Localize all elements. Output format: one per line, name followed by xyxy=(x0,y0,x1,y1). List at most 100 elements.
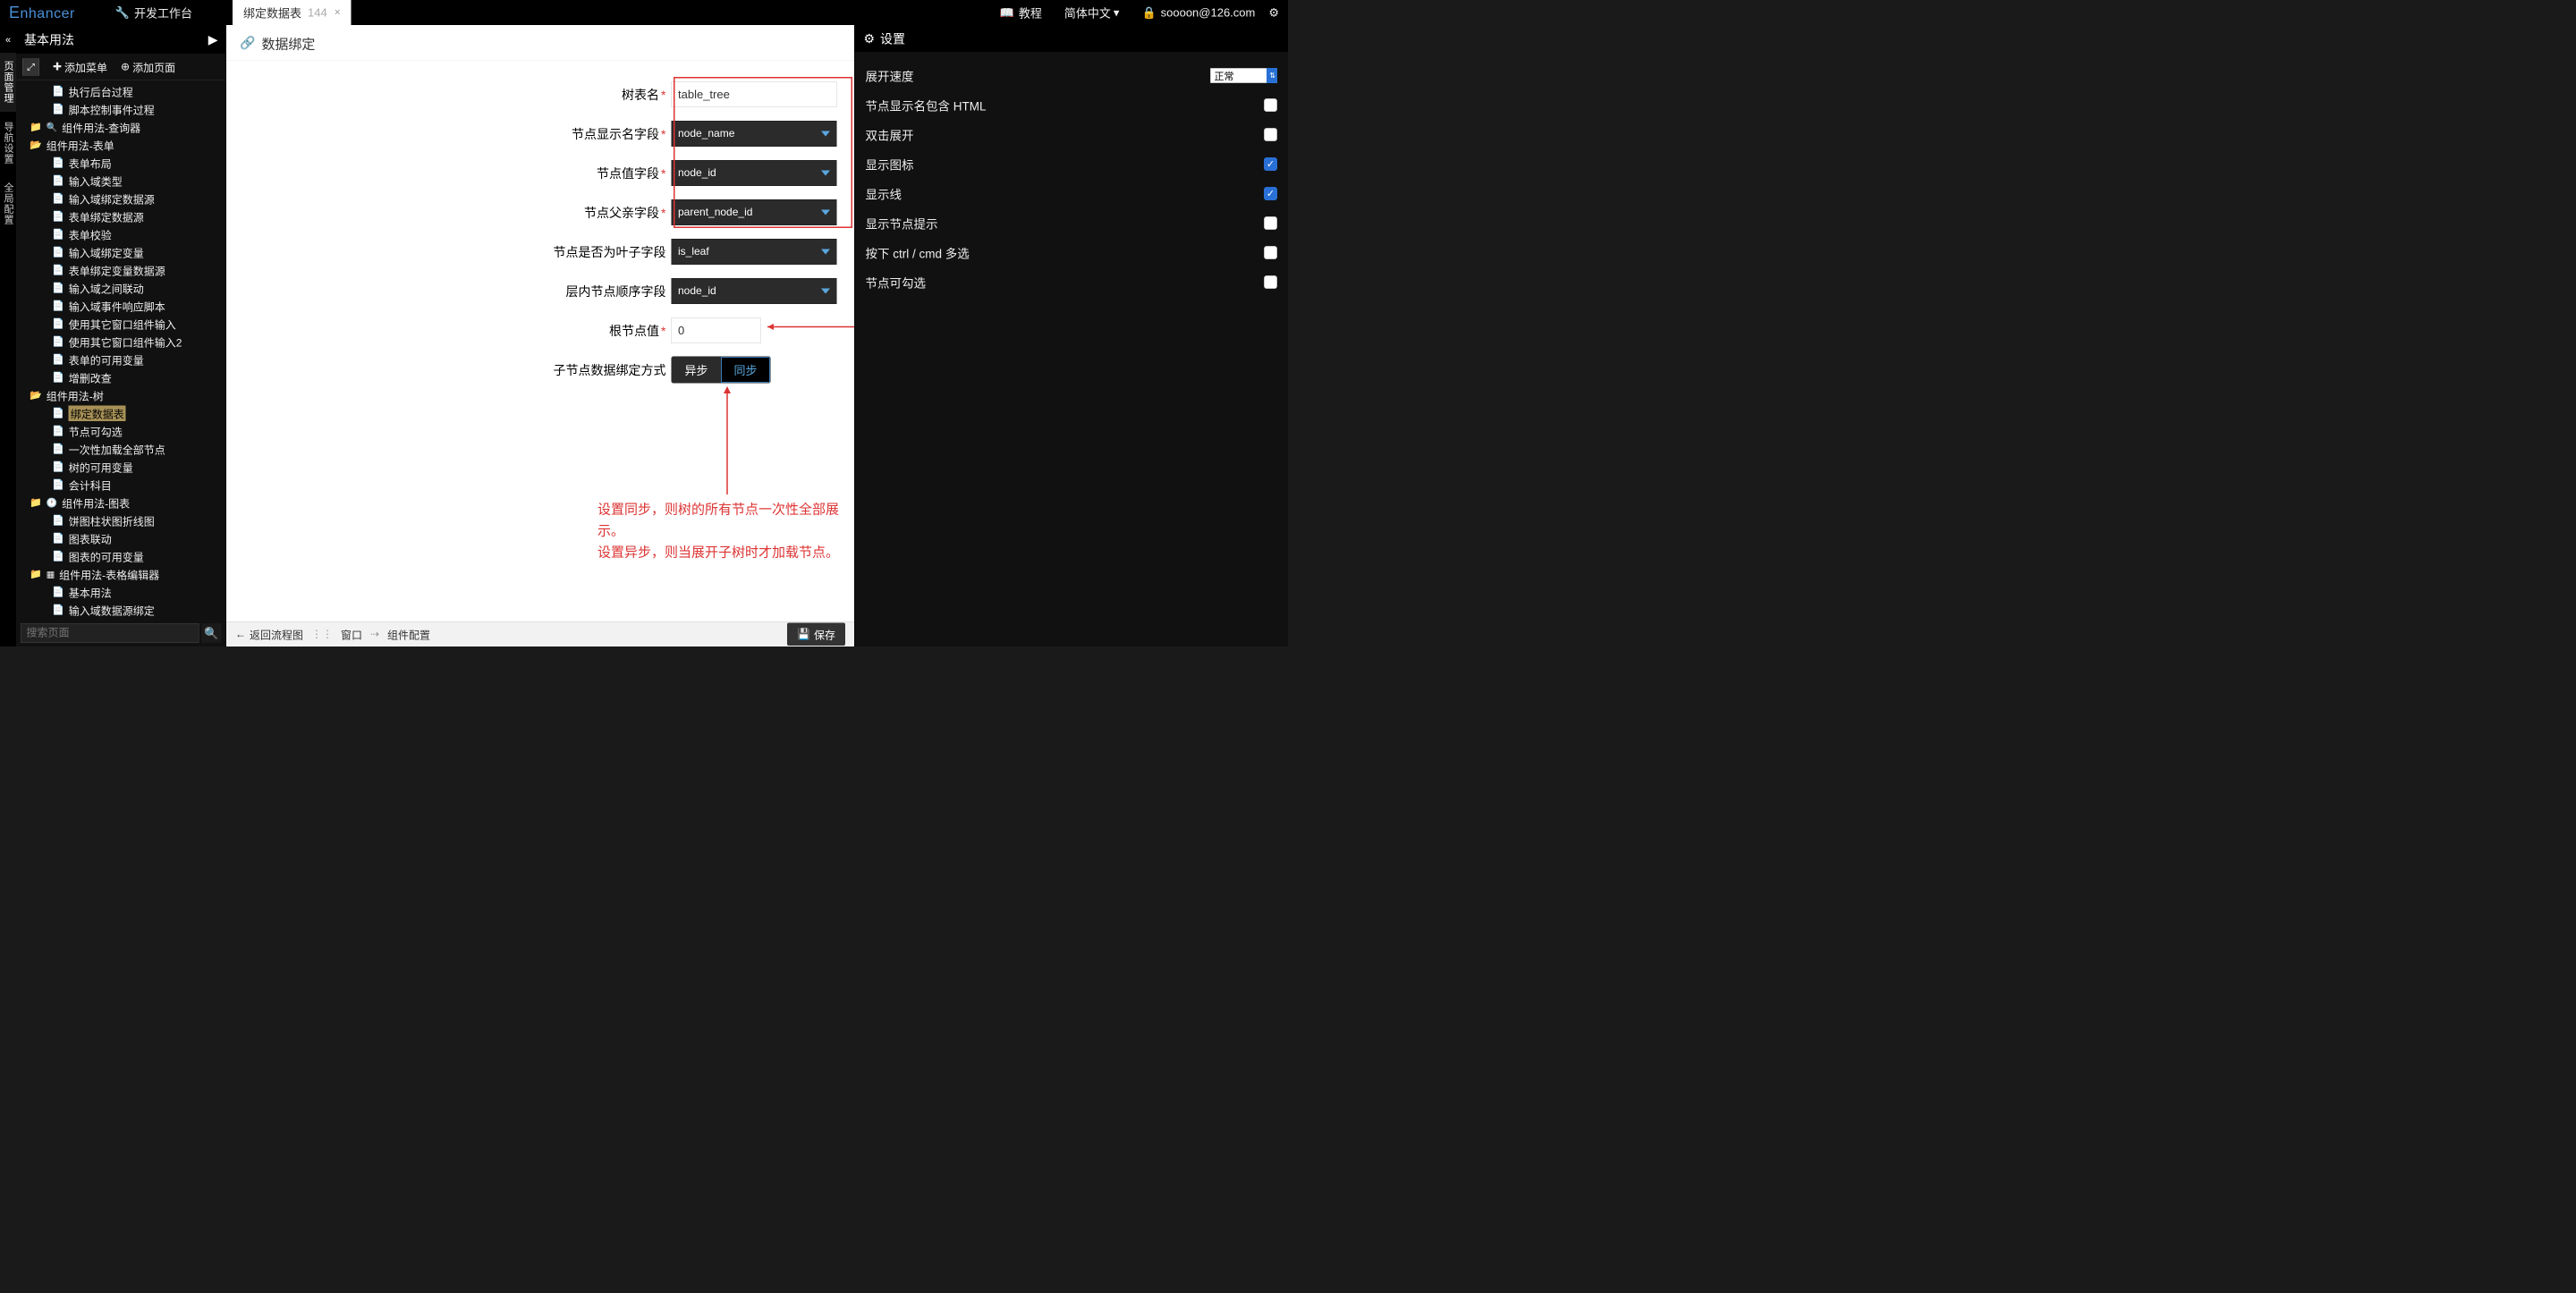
tree-item[interactable]: 输入域绑定变量 xyxy=(16,243,226,261)
input-table-name[interactable] xyxy=(672,81,837,107)
rail-tab-nav[interactable]: 导航设置 xyxy=(0,114,17,173)
lock-icon: 🔒 xyxy=(1141,5,1156,20)
tree-item[interactable]: 输入域类型 xyxy=(16,172,226,190)
tree-item-label: 输入域之间联动 xyxy=(69,280,144,296)
expand-button[interactable]: ⤢ xyxy=(22,58,39,75)
add-menu-button[interactable]: ✚添加菜单 xyxy=(53,59,107,75)
tree-item[interactable]: 脚本控制事件过程 xyxy=(16,100,226,118)
search-button[interactable]: 🔍 xyxy=(202,623,222,643)
select-order-field[interactable]: node_id xyxy=(672,278,837,304)
annotation-sync-async: 设置同步，则树的所有节点一次性全部展示。 设置异步，则当展开子树时才加载节点。 xyxy=(597,499,854,563)
gear-icon[interactable]: ⚙ xyxy=(1268,5,1279,20)
tree-item[interactable]: 会计科目 xyxy=(16,476,226,494)
tree-item-label: 表单绑定变量数据源 xyxy=(69,262,165,278)
tree-folder[interactable]: 组件用法-树 xyxy=(16,386,226,404)
tree-item-label: 组件用法-查询器 xyxy=(62,119,140,135)
setting-checkbox[interactable] xyxy=(1264,98,1277,112)
tree-item[interactable]: 节点可勾选 xyxy=(16,422,226,440)
file-icon xyxy=(52,174,64,187)
file-icon xyxy=(52,478,64,491)
tree-item[interactable]: 表单布局 xyxy=(16,154,226,172)
plus-icon: ✚ xyxy=(53,61,62,74)
file-icon xyxy=(52,371,64,384)
language-selector[interactable]: 简体中文 ▾ xyxy=(1064,4,1120,21)
dev-workbench-link[interactable]: 🔧 开发工作台 xyxy=(115,4,192,21)
label-root-value: 根节点值* xyxy=(226,322,672,340)
setting-checkbox[interactable] xyxy=(1264,128,1277,141)
user-info[interactable]: 🔒 soooon@126.com xyxy=(1141,5,1255,20)
tree-item-label: 组件用法-图表 xyxy=(62,494,130,511)
file-icon xyxy=(52,300,64,312)
page-tree[interactable]: 执行后台过程脚本控制事件过程组件用法-查询器组件用法-表单表单布局输入域类型输入… xyxy=(16,80,226,620)
setting-checkbox[interactable] xyxy=(1264,246,1277,259)
tree-item[interactable]: 输入域事件响应脚本 xyxy=(16,297,226,315)
tree-item[interactable]: 表单的可用变量 xyxy=(16,351,226,368)
tree-item-label: 图表联动 xyxy=(69,530,112,546)
select-value-field[interactable]: node_id xyxy=(672,160,837,186)
breadcrumb-window[interactable]: 窗口 xyxy=(341,627,362,643)
radio-sync[interactable]: 同步 xyxy=(721,357,770,383)
book-icon: 📖 xyxy=(1000,5,1014,20)
setting-checkbox[interactable] xyxy=(1264,187,1277,200)
radio-async[interactable]: 异步 xyxy=(672,357,721,383)
input-root-value[interactable] xyxy=(672,317,761,343)
search-input[interactable] xyxy=(21,623,199,643)
settings-header: ⚙ 设置 xyxy=(855,25,1289,52)
select-display-field[interactable]: node_name xyxy=(672,121,837,147)
tree-folder[interactable]: 组件用法-表格编辑器 xyxy=(16,565,226,583)
tree-item[interactable]: 表单绑定变量数据源 xyxy=(16,261,226,279)
rail-tab-global[interactable]: 全局配置 xyxy=(0,174,17,233)
tree-item-label: 输入域类型 xyxy=(69,173,123,189)
file-icon xyxy=(52,443,64,455)
close-icon[interactable]: × xyxy=(335,6,341,19)
setting-row: 双击展开 xyxy=(866,120,1278,149)
folder-closed-icon xyxy=(30,121,42,133)
tree-item[interactable]: 执行后台过程 xyxy=(16,82,226,100)
tree-item-label: 表单校验 xyxy=(69,226,112,242)
setting-checkbox[interactable] xyxy=(1264,216,1277,230)
tree-item[interactable]: 增删改查 xyxy=(16,368,226,386)
folder-closed-icon xyxy=(30,496,42,509)
tree-folder[interactable]: 组件用法-表单 xyxy=(16,136,226,154)
tree-item[interactable]: 绑定数据表 xyxy=(16,404,226,422)
play-icon[interactable]: ▶ xyxy=(208,32,218,47)
tutorial-link[interactable]: 📖 教程 xyxy=(1000,4,1042,21)
setting-checkbox[interactable] xyxy=(1264,157,1277,171)
setting-row: 显示线 xyxy=(866,179,1278,208)
setting-checkbox[interactable] xyxy=(1264,275,1277,289)
tree-item[interactable]: 表单校验 xyxy=(16,225,226,243)
tree-item[interactable]: 表单绑定数据源 xyxy=(16,207,226,225)
tree-folder[interactable]: 组件用法-查询器 xyxy=(16,118,226,136)
tree-item-label: 表单绑定数据源 xyxy=(69,208,144,224)
tree-item[interactable]: 一次性加载全部节点 xyxy=(16,440,226,458)
breadcrumb-component-config[interactable]: 组件配置 xyxy=(387,627,430,643)
tree-item-label: 使用其它窗口组件输入 xyxy=(69,316,176,332)
tree-item[interactable]: 使用其它窗口组件输入2 xyxy=(16,333,226,351)
tree-item[interactable]: 树的可用变量 xyxy=(16,458,226,476)
tree-item[interactable]: 输入域之间联动 xyxy=(16,279,226,297)
tree-item[interactable]: 饼图柱状图折线图 xyxy=(16,511,226,529)
collapse-icon[interactable]: « xyxy=(5,34,11,46)
select-parent-field[interactable]: parent_node_id xyxy=(672,199,837,225)
tree-item[interactable]: 输入域数据源绑定 xyxy=(16,601,226,619)
tab-count: 144 xyxy=(308,5,327,20)
tree-item[interactable]: 图表联动 xyxy=(16,529,226,547)
clock-icon xyxy=(47,496,57,509)
setting-label: 显示图标 xyxy=(866,156,1265,173)
tree-item[interactable]: 使用其它窗口组件输入 xyxy=(16,315,226,333)
rail-tab-pages[interactable]: 页面管理 xyxy=(0,53,17,112)
select-leaf-field[interactable]: is_leaf xyxy=(672,239,837,265)
tree-item-label: 组件用法-树 xyxy=(47,387,104,403)
tree-item[interactable]: 基本用法 xyxy=(16,583,226,601)
save-button[interactable]: 💾保存 xyxy=(787,623,845,646)
add-page-button[interactable]: ⊕添加页面 xyxy=(121,59,175,75)
setting-select[interactable] xyxy=(1210,68,1277,83)
back-to-flow-link[interactable]: ←返回流程图 xyxy=(235,627,303,643)
tree-item-label: 基本用法 xyxy=(69,584,112,600)
tree-item-label: 输入域绑定数据源 xyxy=(69,190,155,207)
tree-folder[interactable]: 组件用法-图表 xyxy=(16,494,226,511)
tree-item[interactable]: 图表的可用变量 xyxy=(16,547,226,565)
tree-item[interactable]: 输入域绑定数据源 xyxy=(16,190,226,207)
tab-bind-data-table[interactable]: 绑定数据表 144 × xyxy=(233,0,352,25)
tree-item-label: 一次性加载全部节点 xyxy=(69,441,165,457)
